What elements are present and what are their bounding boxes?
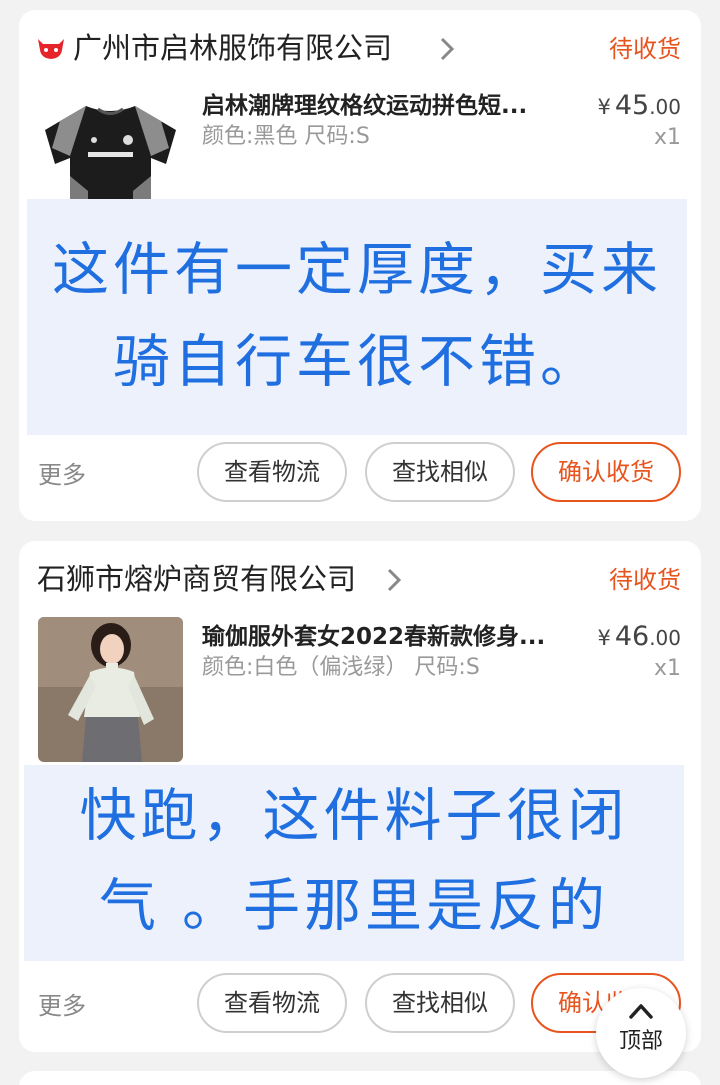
shop-name[interactable]: 广州市启林服饰有限公司 <box>73 30 392 66</box>
find-similar-button[interactable]: 查找相似 <box>365 973 515 1033</box>
caption-line-1: 快跑，这件料子很闭 <box>79 783 629 849</box>
order-status: 待收货 <box>609 566 681 594</box>
shop-header[interactable]: 广州市启林服饰有限公司 待收货 <box>19 26 701 70</box>
product-title[interactable]: 启林潮牌理纹格纹运动拼色短... <box>202 90 572 122</box>
tmall-cat-icon <box>38 39 64 59</box>
caption-overlay: 快跑，这件料子很闭 气 。手那里是反的 <box>24 765 684 961</box>
product-quantity: x1 <box>653 656 681 681</box>
chevron-right-icon <box>387 568 402 592</box>
caption-overlay: 这件有一定厚度，买来 骑自行车很不错。 <box>27 199 687 435</box>
scroll-to-top-label: 顶部 <box>618 1029 663 1054</box>
caption-line-1: 这件有一定厚度，买来 <box>52 237 662 303</box>
confirm-receipt-button[interactable]: 确认收货 <box>531 442 681 502</box>
product-price: ¥46.00 <box>597 621 681 654</box>
view-logistics-button[interactable]: 查看物流 <box>197 973 347 1033</box>
currency-symbol: ¥ <box>597 626 611 650</box>
chevron-up-icon <box>629 1004 653 1019</box>
product-image[interactable] <box>38 617 183 762</box>
shop-header[interactable]: 石狮市熔炉商贸有限公司 待收货 <box>19 557 701 601</box>
price-integer: 45 <box>614 90 650 121</box>
product-price: ¥45.00 <box>597 90 681 123</box>
caption-line-2: 气 。手那里是反的 <box>98 873 610 939</box>
shop-name[interactable]: 石狮市熔炉商贸有限公司 <box>37 561 356 597</box>
currency-symbol: ¥ <box>597 95 611 119</box>
price-decimal: .00 <box>649 626 681 650</box>
product-spec: 颜色:白色（偏浅绿） 尺码:S <box>202 655 480 680</box>
order-card-partial <box>19 1071 701 1085</box>
more-link[interactable]: 更多 <box>38 991 86 1021</box>
more-link[interactable]: 更多 <box>38 460 86 490</box>
product-quantity: x1 <box>653 125 681 150</box>
chevron-right-icon <box>440 37 455 61</box>
product-title[interactable]: 瑜伽服外套女2022春新款修身... <box>202 621 572 653</box>
scroll-to-top-button[interactable]: 顶部 <box>596 988 686 1078</box>
price-decimal: .00 <box>649 95 681 119</box>
caption-line-2: 骑自行车很不错。 <box>113 329 601 395</box>
order-card: 石狮市熔炉商贸有限公司 待收货 瑜伽服外套女2022春新款修身... 颜色:白色… <box>19 541 701 1052</box>
order-status: 待收货 <box>609 35 681 63</box>
view-logistics-button[interactable]: 查看物流 <box>197 442 347 502</box>
find-similar-button[interactable]: 查找相似 <box>365 442 515 502</box>
product-spec: 颜色:黑色 尺码:S <box>202 124 370 149</box>
order-card: 广州市启林服饰有限公司 待收货 启林潮牌理纹格纹运动拼色短... 颜色:黑色 尺… <box>19 10 701 521</box>
price-integer: 46 <box>614 621 650 652</box>
